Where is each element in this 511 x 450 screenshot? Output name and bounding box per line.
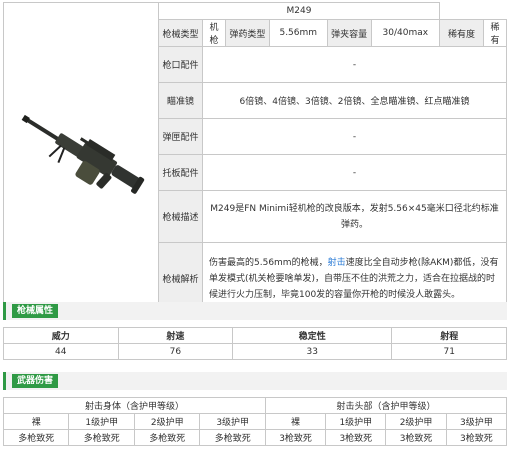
stat-value-range: 71 bbox=[391, 343, 507, 360]
damage-level: 1级护甲 bbox=[325, 413, 387, 430]
damage-level: 1级护甲 bbox=[68, 413, 135, 430]
stat-value-power: 44 bbox=[3, 343, 119, 360]
damage-level: 裸 bbox=[264, 413, 327, 430]
m249-gun-icon bbox=[21, 114, 145, 194]
damage-section-title: 武器伤害 bbox=[12, 374, 59, 388]
damage-level: 3级护甲 bbox=[199, 413, 266, 430]
damage-result: 多枪致死 bbox=[199, 429, 266, 446]
shooting-link[interactable]: 射击 bbox=[328, 258, 346, 268]
damage-result: 3枪致死 bbox=[264, 429, 327, 446]
stat-header-fire-rate: 射速 bbox=[117, 327, 234, 344]
damage-result: 3枪致死 bbox=[385, 429, 447, 446]
label-stock: 托板配件 bbox=[158, 154, 203, 191]
label-muzzle: 枪口配件 bbox=[158, 46, 203, 83]
attributes-table: 威力 射速 稳定性 射程 44 76 33 71 bbox=[3, 327, 507, 360]
attributes-section-title: 枪械属性 bbox=[12, 304, 59, 318]
label-scope: 瞄准镜 bbox=[158, 82, 203, 119]
value-scope: 6倍镜、4倍镜、3倍镜、2倍镜、全息瞄准镜、红点瞄准镜 bbox=[202, 82, 507, 119]
damage-level: 3级护甲 bbox=[445, 413, 508, 430]
weapon-image-cell bbox=[3, 2, 159, 315]
damage-group-body: 射击身体（含护甲等级） bbox=[3, 397, 266, 414]
value-stock: - bbox=[202, 154, 507, 191]
damage-result: 3枪致死 bbox=[325, 429, 387, 446]
damage-result: 多枪致死 bbox=[68, 429, 135, 446]
damage-group-head: 射击头部（含护甲等级） bbox=[264, 397, 508, 414]
value-magazine: - bbox=[202, 118, 507, 155]
value-ammo-type: 5.56mm bbox=[268, 19, 328, 47]
label-type: 枪械类型 bbox=[158, 19, 203, 47]
damage-level: 2级护甲 bbox=[385, 413, 447, 430]
label-rarity: 稀有度 bbox=[439, 19, 485, 47]
value-rarity: 稀有 bbox=[483, 19, 507, 47]
analysis-text-start: 伤害最高的5.56mm的枪械， bbox=[209, 257, 328, 268]
stat-value-stability: 33 bbox=[232, 343, 393, 360]
damage-table: 射击身体（含护甲等级） 射击头部（含护甲等级） 裸 1级护甲 2级护甲 3级护甲… bbox=[2, 397, 508, 446]
stat-header-stability: 稳定性 bbox=[232, 327, 393, 344]
stat-header-power: 威力 bbox=[3, 327, 119, 344]
damage-level: 2级护甲 bbox=[133, 413, 201, 430]
damage-section-header: 武器伤害 bbox=[3, 372, 507, 390]
value-capacity: 30/40max bbox=[370, 19, 441, 47]
value-muzzle: - bbox=[202, 46, 507, 83]
label-description: 枪械描述 bbox=[158, 190, 203, 243]
weapon-info-table: M249 枪械类型 机枪 弹药类型 5.56mm 弹夹容量 30/40max 稀… bbox=[3, 2, 507, 315]
damage-result: 多枪致死 bbox=[133, 429, 201, 446]
stat-value-fire-rate: 76 bbox=[117, 343, 234, 360]
damage-result: 3枪致死 bbox=[445, 429, 508, 446]
weapon-name: M249 bbox=[157, 2, 441, 20]
stat-header-range: 射程 bbox=[391, 327, 507, 344]
attributes-section-header: 枪械属性 bbox=[3, 302, 507, 320]
value-description: M249是FN Minimi轻机枪的改良版本，发射5.56×45毫米口径北约标准… bbox=[202, 190, 507, 243]
label-magazine: 弹匣配件 bbox=[158, 118, 203, 155]
label-ammo-type: 弹药类型 bbox=[224, 19, 270, 47]
damage-level: 裸 bbox=[2, 413, 70, 430]
label-capacity: 弹夹容量 bbox=[326, 19, 372, 47]
damage-result: 多枪致死 bbox=[2, 429, 70, 446]
value-type: 机枪 bbox=[202, 19, 226, 47]
